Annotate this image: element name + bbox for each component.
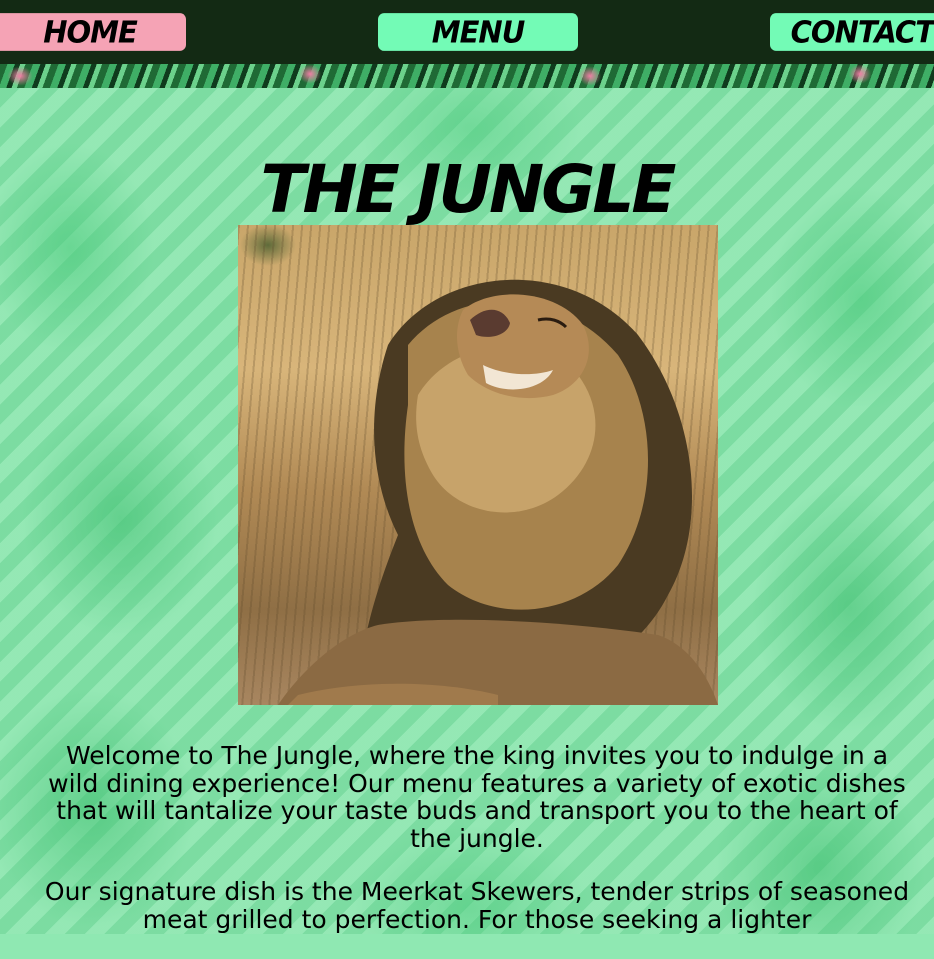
lion-illustration — [278, 279, 718, 705]
lion-photo — [238, 225, 718, 705]
page-title: The Jungle — [260, 151, 676, 229]
intro-text: Welcome to The Jungle, where the king in… — [40, 742, 914, 959]
leaf-banner-strip — [0, 64, 934, 88]
nav-contact-button[interactable]: Contact — [770, 13, 934, 51]
top-navigation-bar: Home Menu Contact — [0, 0, 934, 64]
signature-dish-paragraph: Our signature dish is the Meerkat Skewer… — [44, 877, 910, 934]
intro-paragraph: Welcome to The Jungle, where the king in… — [48, 741, 906, 853]
nav-home-button[interactable]: Home — [0, 13, 186, 51]
nav-menu-button[interactable]: Menu — [378, 13, 578, 51]
